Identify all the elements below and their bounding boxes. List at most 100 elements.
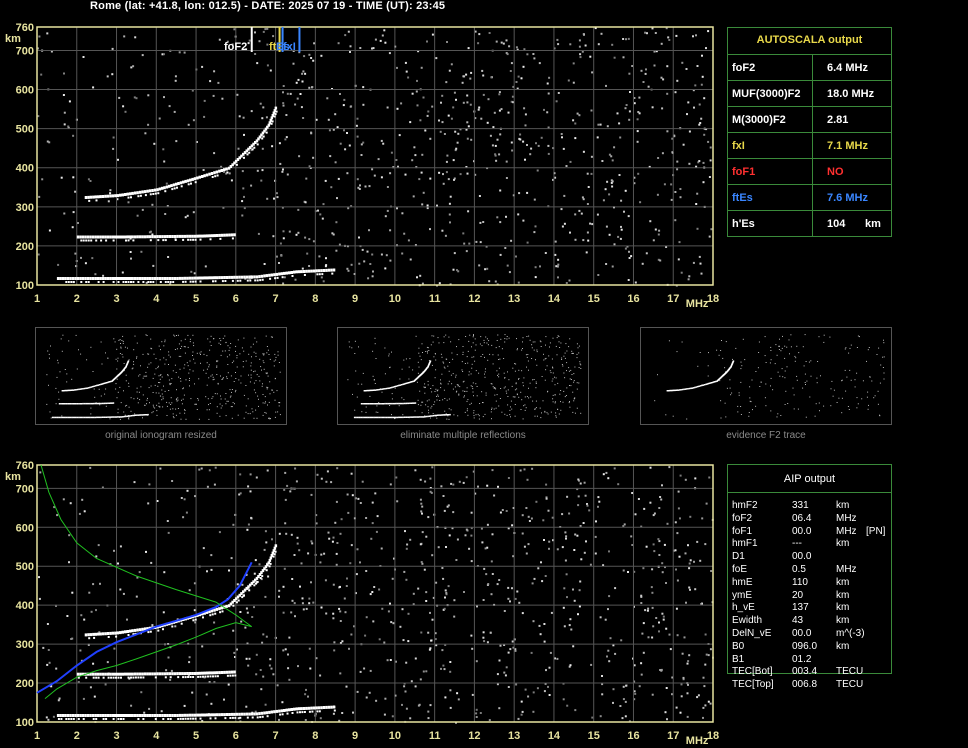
noise-dot bbox=[631, 492, 634, 494]
noise-dot bbox=[868, 404, 869, 406]
noise-dot bbox=[184, 364, 186, 366]
noise-dot bbox=[405, 707, 408, 710]
noise-dot bbox=[178, 343, 180, 345]
x-tick-label: 9 bbox=[352, 293, 358, 305]
noise-dot bbox=[529, 339, 531, 341]
noise-dot bbox=[525, 407, 527, 409]
trace-point bbox=[138, 672, 142, 676]
trace-point bbox=[61, 714, 65, 717]
noise-dot bbox=[133, 363, 135, 365]
trace-point bbox=[190, 182, 192, 185]
noise-dot bbox=[646, 32, 648, 35]
noise-dot bbox=[196, 409, 198, 410]
trace-point bbox=[131, 235, 134, 239]
noise-dot bbox=[566, 596, 568, 599]
trace-point bbox=[94, 277, 97, 280]
noise-dot bbox=[153, 353, 155, 355]
trace-point bbox=[116, 277, 119, 280]
noise-dot bbox=[273, 197, 275, 200]
noise-dot bbox=[578, 114, 581, 117]
noise-dot bbox=[200, 362, 201, 364]
noise-dot bbox=[658, 630, 660, 633]
noise-dot bbox=[486, 342, 488, 344]
noise-dot bbox=[486, 338, 488, 340]
trace-point bbox=[365, 416, 367, 419]
noise-dot bbox=[213, 621, 216, 624]
noise-dot bbox=[792, 387, 794, 389]
noise-dot bbox=[82, 697, 85, 700]
noise-dot bbox=[288, 230, 291, 233]
trace-point bbox=[188, 276, 192, 280]
trace-point bbox=[427, 415, 429, 418]
noise-dot bbox=[203, 369, 205, 371]
noise-dot bbox=[187, 334, 189, 336]
trace-point bbox=[149, 281, 152, 283]
noise-dot bbox=[373, 586, 376, 588]
noise-dot bbox=[548, 694, 551, 696]
noise-dot bbox=[681, 341, 683, 343]
noise-dot bbox=[200, 467, 203, 470]
noise-dot bbox=[118, 96, 121, 99]
trace-point bbox=[199, 675, 202, 678]
noise-dot bbox=[582, 522, 585, 524]
noise-dot bbox=[268, 354, 270, 355]
noise-dot bbox=[494, 153, 497, 156]
noise-dot bbox=[163, 96, 165, 99]
noise-dot bbox=[182, 398, 184, 400]
trace-point bbox=[58, 403, 61, 405]
trace-point bbox=[121, 714, 124, 717]
trace-point bbox=[80, 388, 83, 390]
noise-dot bbox=[467, 125, 470, 128]
noise-dot bbox=[436, 417, 438, 419]
noise-dot bbox=[311, 86, 314, 89]
noise-dot bbox=[491, 407, 493, 409]
noise-dot bbox=[152, 404, 154, 406]
noise-dot bbox=[652, 543, 655, 546]
noise-dot bbox=[704, 663, 707, 666]
trace-point bbox=[111, 672, 115, 676]
noise-dot bbox=[701, 75, 704, 78]
noise-dot bbox=[450, 117, 453, 120]
noise-dot bbox=[427, 380, 429, 382]
noise-dot bbox=[192, 342, 194, 344]
noise-dot bbox=[139, 399, 141, 401]
noise-dot bbox=[297, 78, 300, 81]
noise-dot bbox=[604, 618, 607, 621]
noise-dot bbox=[478, 33, 481, 36]
trace-point bbox=[101, 195, 105, 198]
trace-point bbox=[418, 416, 421, 418]
noise-dot bbox=[342, 104, 345, 107]
trace-point bbox=[116, 714, 119, 717]
noise-dot bbox=[137, 402, 139, 404]
noise-dot bbox=[818, 336, 820, 338]
trace-point bbox=[85, 676, 88, 679]
noise-dot bbox=[159, 406, 161, 408]
trace-point bbox=[130, 281, 132, 283]
noise-dot bbox=[41, 178, 44, 181]
noise-dot bbox=[485, 394, 487, 396]
noise-dot bbox=[461, 369, 463, 371]
noise-dot bbox=[241, 347, 243, 349]
trace-point bbox=[431, 415, 433, 417]
noise-dot bbox=[655, 617, 658, 619]
noise-dot bbox=[301, 80, 304, 83]
trace-point bbox=[107, 416, 109, 418]
trace-point bbox=[360, 416, 363, 419]
noise-dot bbox=[867, 391, 869, 393]
noise-dot bbox=[521, 349, 523, 351]
noise-dot bbox=[442, 173, 444, 176]
noise-dot bbox=[405, 358, 407, 360]
y-tick-label: 300 bbox=[16, 639, 34, 651]
noise-dot bbox=[245, 360, 247, 362]
noise-dot bbox=[347, 511, 350, 514]
noise-dot bbox=[281, 701, 284, 704]
noise-dot bbox=[527, 515, 530, 518]
x-unit-label: MHz bbox=[686, 298, 709, 308]
trace-point bbox=[119, 714, 122, 717]
noise-dot bbox=[740, 414, 742, 415]
trace-point bbox=[211, 671, 214, 675]
noise-dot bbox=[75, 334, 77, 336]
noise-dot bbox=[658, 507, 661, 509]
noise-dot bbox=[426, 204, 429, 207]
noise-dot bbox=[396, 500, 399, 503]
